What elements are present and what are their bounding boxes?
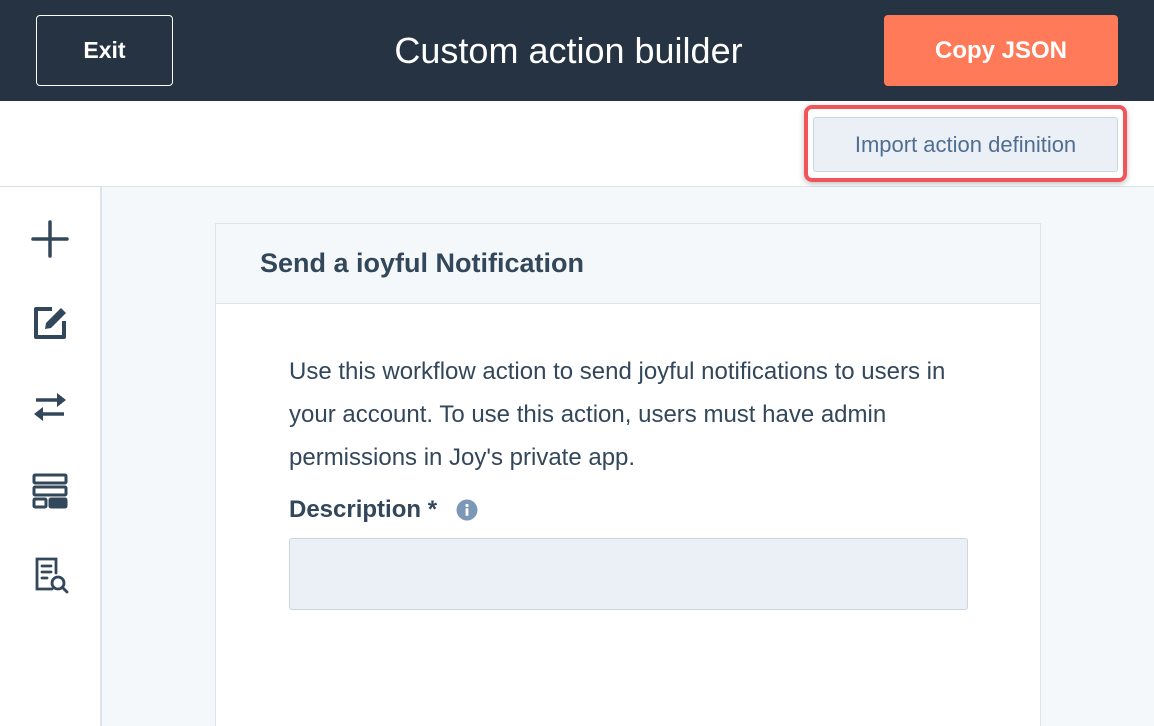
import-action-definition-button[interactable]: Import action definition: [813, 117, 1118, 172]
action-description-text: Use this workflow action to send joyful …: [289, 358, 946, 471]
info-icon[interactable]: [456, 499, 478, 521]
copy-json-button[interactable]: Copy JSON: [884, 15, 1118, 86]
description-input[interactable]: [289, 538, 968, 610]
description-label: Description *: [289, 496, 438, 523]
description-label-row: Description *: [289, 496, 478, 524]
main-content: Send a ioyful Notification Use this work…: [102, 187, 1154, 726]
search-document-icon[interactable]: [26, 551, 74, 599]
exit-button[interactable]: Exit: [36, 15, 173, 86]
card-title: Send a ioyful Notification: [260, 248, 585, 278]
layout-icon[interactable]: [26, 467, 74, 515]
top-header: Exit Custom action builder Copy JSON: [0, 0, 1154, 101]
action-card: Send a ioyful Notification Use this work…: [215, 223, 1041, 726]
edit-icon[interactable]: [26, 299, 74, 347]
left-sidebar: [0, 187, 102, 726]
swap-arrows-icon[interactable]: [26, 383, 74, 431]
toolbar: Import action definition: [0, 101, 1154, 187]
plus-icon[interactable]: [26, 215, 74, 263]
card-header: Send a ioyful Notification: [216, 224, 1040, 304]
